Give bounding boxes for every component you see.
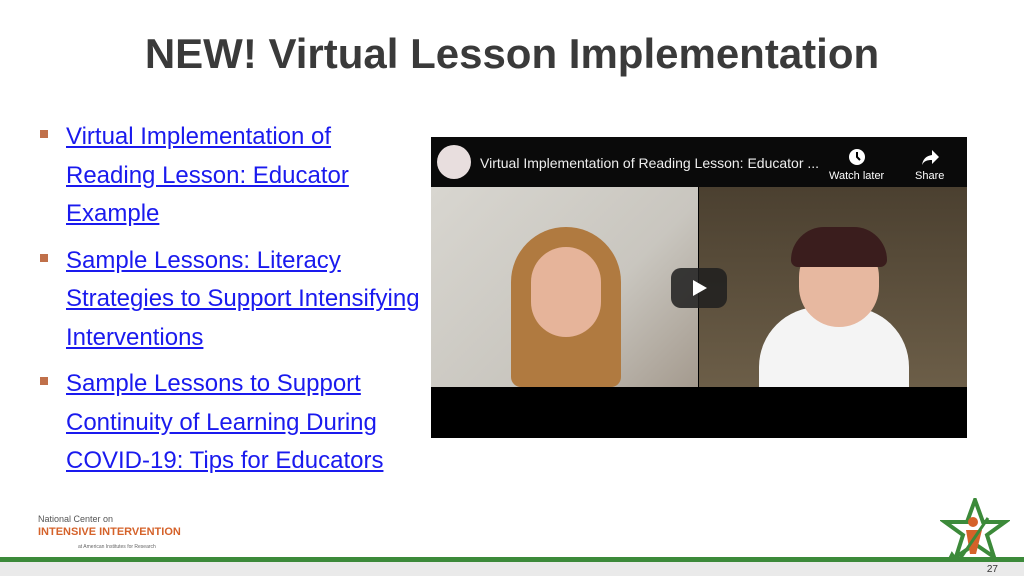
footer-strip	[0, 562, 1024, 576]
slide-title: NEW! Virtual Lesson Implementation	[144, 30, 880, 77]
video-frame-educator	[431, 187, 698, 387]
link-list: Virtual Implementation of Reading Lesson…	[40, 118, 420, 489]
bullet-icon	[40, 377, 48, 385]
page-number: 27	[986, 564, 998, 575]
link-literacy-strategies[interactable]: Sample Lessons: Literacy Strategies to S…	[66, 247, 420, 351]
logo-line3: at American Institutes for Research	[78, 544, 156, 550]
list-item: Sample Lessons to Support Continuity of …	[40, 365, 420, 481]
nci-logo: National Center on INTENSIVE INTERVENTIO…	[38, 514, 181, 550]
watch-later-button[interactable]: Watch later	[829, 147, 884, 182]
video-title[interactable]: Virtual Implementation of Reading Lesson…	[480, 155, 819, 171]
share-label: Share	[915, 170, 945, 182]
video-title-bar: Virtual Implementation of Reading Lesson…	[431, 137, 967, 187]
play-button[interactable]	[671, 268, 727, 308]
bullet-icon	[40, 130, 48, 138]
video-frame-student	[699, 187, 967, 387]
clock-icon	[848, 149, 865, 165]
watch-later-label: Watch later	[829, 170, 885, 182]
bullet-icon	[40, 253, 48, 262]
logo-line1: National Center on	[38, 514, 114, 524]
share-arrow-icon	[921, 150, 939, 165]
channel-avatar[interactable]	[437, 145, 471, 179]
link-continuity-learning[interactable]: Sample Lessons to Support Continuity of …	[66, 370, 383, 474]
video-player[interactable]: Virtual Implementation of Reading Lesson…	[431, 137, 967, 438]
list-item: Sample Lessons: Literacy Strategies to S…	[40, 242, 420, 358]
share-button[interactable]: Share	[915, 147, 944, 182]
logo-line2: INTENSIVE INTERVENTION	[38, 526, 181, 538]
link-reading-lesson[interactable]: Virtual Implementation of Reading Lesson…	[66, 123, 349, 227]
list-item: Virtual Implementation of Reading Lesson…	[40, 118, 420, 234]
